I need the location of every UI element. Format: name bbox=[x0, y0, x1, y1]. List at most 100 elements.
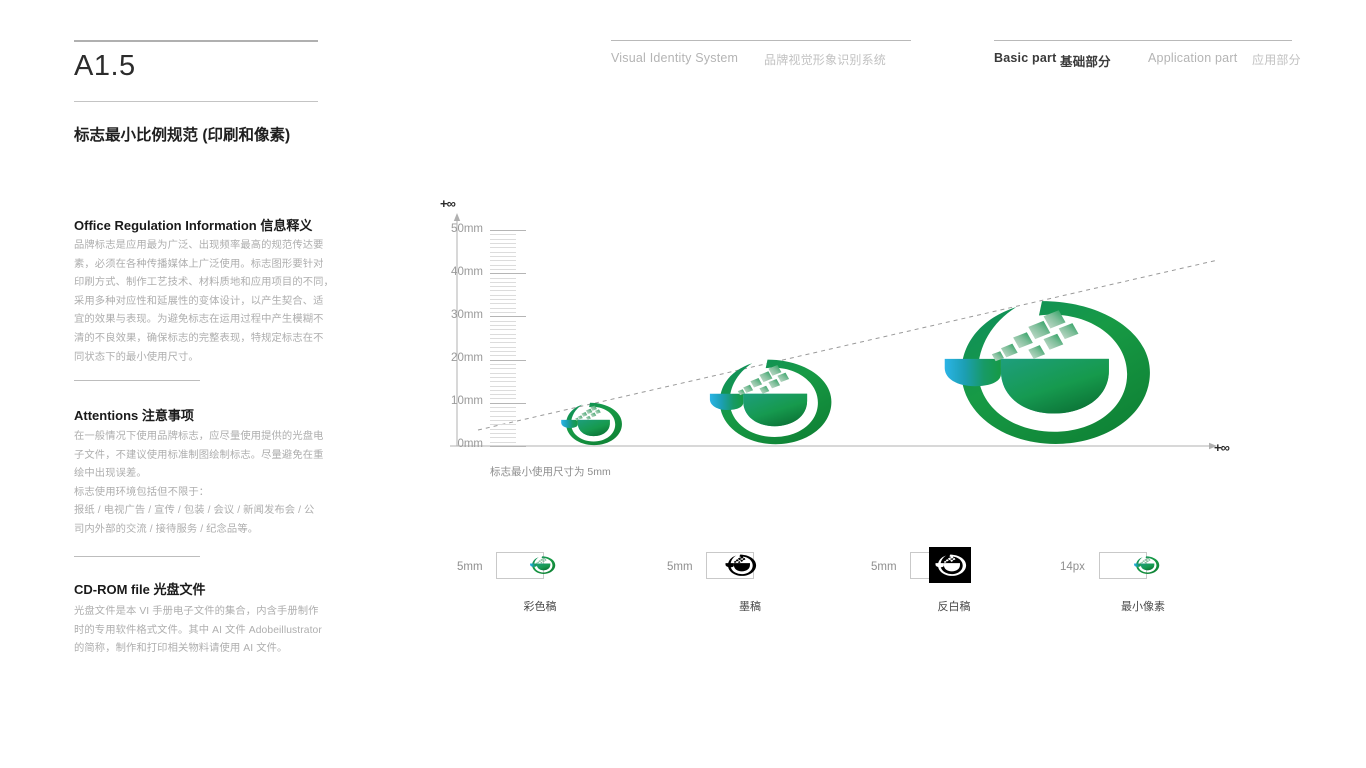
sample-caption: 彩色稿 bbox=[523, 601, 557, 613]
body-line: 标志使用环境包括但不限于： bbox=[74, 486, 210, 498]
body-line: 绘中出现误差。 bbox=[74, 468, 147, 480]
ruler-minor-tick bbox=[490, 441, 516, 443]
section-heading-cn: 光盘文件 bbox=[153, 582, 206, 597]
sample-caption: 墨稿 bbox=[739, 601, 761, 613]
logo-small bbox=[561, 402, 622, 446]
ruler-minor-tick bbox=[490, 381, 516, 383]
ruler-minor-tick bbox=[490, 428, 516, 430]
page-title: 标志最小比例规范 (印刷和像素) bbox=[74, 124, 324, 147]
section-body-attentions: 在一般情况下使用品牌标志，应尽量使用提供的光盘电 子文件，不建议使用标准制图绘制… bbox=[74, 428, 330, 540]
ruler-major-tick bbox=[490, 273, 526, 275]
tab-basic-part-en[interactable]: Basic part bbox=[994, 51, 1056, 65]
ruler-major-tick bbox=[490, 230, 526, 231]
ruler-minor-tick bbox=[490, 368, 516, 370]
ruler-minor-tick bbox=[490, 372, 516, 374]
page-root: Visual Identity System 品牌视觉形象识别系统 Basic … bbox=[0, 0, 1366, 768]
body-line: 素，必须在各种传播媒体上广泛使用。标志图形要针对 bbox=[74, 258, 324, 270]
sample-logo-color bbox=[528, 554, 556, 576]
section-heading-en: Attentions bbox=[74, 408, 139, 423]
y-tick-label-10: 10mm bbox=[451, 395, 483, 407]
ruler-minor-tick bbox=[490, 394, 516, 396]
section-heading-office-regulation: Office Regulation Information 信息释义 bbox=[74, 215, 344, 234]
x-axis-infinity-label: +∞ bbox=[1214, 440, 1230, 455]
ruler-minor-tick bbox=[490, 242, 516, 244]
ruler-minor-tick bbox=[490, 325, 516, 327]
ruler-minor-tick bbox=[490, 415, 516, 417]
measurement-ruler bbox=[490, 230, 526, 447]
body-line: 在一般情况下使用品牌标志，应尽量使用提供的光盘电 bbox=[74, 431, 324, 442]
body-line: 同状态下的最小使用尺寸。 bbox=[74, 351, 199, 363]
logo-large bbox=[944, 301, 1150, 444]
chart-caption: 标志最小使用尺寸为 5mm bbox=[490, 466, 611, 478]
ruler-minor-tick bbox=[490, 251, 516, 253]
sample-caption: 反白稿 bbox=[937, 601, 971, 613]
section-heading-en: Office Regulation Information bbox=[74, 218, 257, 233]
ruler-minor-tick bbox=[490, 247, 516, 249]
ruler-minor-tick bbox=[490, 411, 516, 413]
y-tick-label-0: 0mm bbox=[457, 438, 483, 450]
ruler-minor-tick bbox=[490, 320, 516, 322]
header-vis-en: Visual Identity System bbox=[611, 51, 739, 65]
ruler-major-tick bbox=[490, 316, 526, 318]
ruler-minor-tick bbox=[490, 307, 516, 309]
body-line: 宜的效果与表现。为避免标志在运用过程中产生模糊不 bbox=[74, 314, 324, 326]
section-divider-2 bbox=[74, 556, 200, 557]
body-line: 采用多种对应性和延展性的变体设计，以产生契合、适 bbox=[74, 295, 324, 307]
section-heading-cn: 注意事项 bbox=[141, 408, 194, 423]
ruler-minor-tick bbox=[490, 424, 516, 426]
sample-logo-white bbox=[933, 552, 967, 578]
ruler-minor-tick bbox=[490, 329, 516, 331]
ruler-major-tick bbox=[490, 402, 526, 404]
page-code: A1.5 bbox=[74, 50, 136, 82]
section-heading-attentions: Attentions 注意事项 bbox=[74, 405, 344, 424]
body-line: 报纸 / 电视广告 / 宣传 / 包装 / 会议 / 新闻发布会 / 公 bbox=[74, 505, 315, 517]
y-tick-label-40: 40mm bbox=[451, 266, 483, 278]
body-line: 光盘文件是本 VI 手册电子文件的集合，内含手册制作 bbox=[74, 606, 319, 617]
ruler-minor-tick bbox=[490, 234, 516, 236]
y-axis-arrow bbox=[453, 213, 461, 221]
ruler-minor-tick bbox=[490, 260, 516, 262]
tab-application-part-en[interactable]: Application part bbox=[1148, 51, 1237, 65]
ruler-minor-tick bbox=[490, 268, 516, 270]
sample-size-label: 5mm bbox=[871, 561, 897, 573]
sample-logo-minpx bbox=[1132, 554, 1160, 576]
body-line: 司内外部的交流 / 接待服务 / 纪念品等。 bbox=[74, 523, 259, 535]
body-line: 时的专用软件格式文件。其中 AI 文件 Adobeillustrator bbox=[74, 624, 322, 636]
ruler-minor-tick bbox=[490, 376, 516, 378]
ruler-minor-tick bbox=[490, 299, 516, 301]
ruler-minor-tick bbox=[490, 433, 516, 435]
ruler-minor-tick bbox=[490, 389, 516, 391]
header-rule-left bbox=[611, 40, 911, 41]
ruler-minor-tick bbox=[490, 264, 516, 266]
ruler-minor-tick bbox=[490, 342, 516, 344]
page-title-line2: (印刷和像素) bbox=[202, 127, 291, 144]
y-tick-label-30: 30mm bbox=[451, 309, 483, 321]
ruler-minor-tick bbox=[490, 346, 516, 348]
ruler-minor-tick bbox=[490, 312, 516, 314]
ruler-minor-tick bbox=[490, 385, 516, 387]
section-body-cdrom: 光盘文件是本 VI 手册电子文件的集合，内含手册制作 时的专用软件格式文件。其中… bbox=[74, 603, 336, 659]
ruler-minor-tick bbox=[490, 437, 516, 439]
tab-application-part-cn[interactable]: 应用部分 bbox=[1252, 51, 1301, 68]
ruler-minor-tick bbox=[490, 294, 516, 296]
section-heading-en: CD-ROM file bbox=[74, 582, 150, 597]
header-rule-right bbox=[994, 40, 1292, 41]
sample-size-label: 14px bbox=[1060, 561, 1085, 573]
body-line: 子文件，不建议使用标准制图绘制标志。尽量避免在重 bbox=[74, 449, 324, 461]
ruler-minor-tick bbox=[490, 420, 516, 422]
body-line: 的简称，制作和打印相关物料请使用 AI 文件。 bbox=[74, 643, 288, 655]
y-tick-label-50: 50mm bbox=[451, 223, 483, 235]
trend-line bbox=[477, 259, 1219, 431]
ruler-minor-tick bbox=[490, 338, 516, 339]
section-heading-cn: 信息释义 bbox=[260, 218, 313, 233]
ruler-minor-tick bbox=[490, 281, 516, 283]
ruler-minor-tick bbox=[490, 255, 516, 257]
ruler-minor-tick bbox=[490, 355, 516, 357]
sample-logo-black bbox=[723, 552, 757, 578]
title-rule-bottom bbox=[74, 101, 318, 102]
tab-basic-part-cn[interactable]: 基础部分 bbox=[1060, 51, 1111, 70]
ruler-minor-tick bbox=[490, 398, 516, 400]
y-tick-label-20: 20mm bbox=[451, 352, 483, 364]
sample-caption: 最小像素 bbox=[1121, 601, 1165, 613]
sample-size-label: 5mm bbox=[457, 561, 483, 573]
